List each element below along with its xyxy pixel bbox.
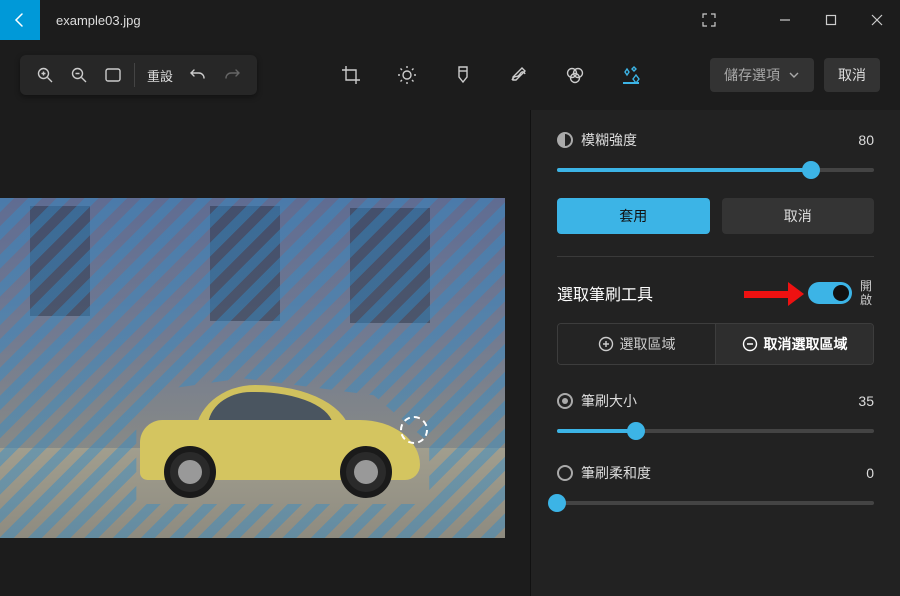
- image-preview[interactable]: [0, 198, 505, 538]
- save-label: 儲存選項: [724, 65, 780, 85]
- half-circle-icon: [557, 132, 573, 148]
- filename-label: example03.jpg: [56, 13, 686, 28]
- brush-size-slider[interactable]: [557, 421, 874, 441]
- brush-tool-label: 選取筆刷工具: [557, 281, 653, 305]
- filter-tool[interactable]: [449, 61, 477, 89]
- erase-tool[interactable]: [561, 61, 589, 89]
- content-area: 逍遙の窩 http://www.xiaoyao.tw/ 模糊強度 80 套用 取…: [0, 110, 900, 596]
- redo-button[interactable]: [215, 58, 249, 92]
- apply-button[interactable]: 套用: [557, 198, 710, 234]
- minus-circle-icon: [742, 336, 758, 352]
- chevron-down-icon: [788, 69, 800, 81]
- zoom-in-button[interactable]: [28, 58, 62, 92]
- brush-softness-section: 筆刷柔和度 0: [557, 463, 874, 513]
- window-controls: [686, 0, 900, 40]
- toolbar: 重設 儲存選項 取消: [0, 40, 900, 110]
- erase-icon: [565, 65, 585, 85]
- blur-intensity-slider[interactable]: [557, 160, 874, 180]
- action-buttons: 儲存選項 取消: [710, 58, 880, 92]
- draw-icon: [509, 65, 529, 85]
- target-icon: [557, 393, 573, 409]
- undo-button[interactable]: [181, 58, 215, 92]
- markup-tool[interactable]: [505, 61, 533, 89]
- brightness-icon: [397, 65, 417, 85]
- brush-size-section: 筆刷大小 35: [557, 391, 874, 441]
- annotation-arrow: [732, 280, 802, 306]
- deselect-area-tab[interactable]: 取消選取區域: [715, 324, 873, 364]
- titlebar: example03.jpg: [0, 0, 900, 40]
- arrow-left-icon: [12, 12, 28, 28]
- brush-softness-value: 0: [866, 465, 874, 481]
- back-button[interactable]: [0, 0, 40, 40]
- marker-icon: [453, 65, 473, 85]
- minimize-icon: [779, 14, 791, 26]
- brush-tool-section: 選取筆刷工具 開啟 選取區域 取消選取區域: [557, 279, 874, 365]
- select-area-tab[interactable]: 選取區域: [558, 324, 715, 364]
- brush-tool-toggle[interactable]: [808, 282, 852, 304]
- undo-icon: [189, 66, 207, 84]
- blur-intensity-value: 80: [858, 132, 874, 148]
- crop-tool[interactable]: [337, 61, 365, 89]
- deselect-area-label: 取消選取區域: [764, 334, 848, 354]
- zoom-out-icon: [70, 66, 88, 84]
- fit-button[interactable]: [96, 58, 130, 92]
- brush-size-value: 35: [858, 393, 874, 409]
- divider: [557, 256, 874, 257]
- divider: [134, 63, 135, 87]
- zoom-in-icon: [36, 66, 54, 84]
- canvas-area[interactable]: 逍遙の窩 http://www.xiaoyao.tw/: [0, 110, 530, 596]
- brush-softness-slider[interactable]: [557, 493, 874, 513]
- redo-icon: [223, 66, 241, 84]
- side-panel: 模糊強度 80 套用 取消 選取筆刷工具: [530, 110, 900, 596]
- crop-icon: [341, 65, 361, 85]
- close-button[interactable]: [854, 0, 900, 40]
- maximize-button[interactable]: [808, 0, 854, 40]
- adjust-tool[interactable]: [393, 61, 421, 89]
- fit-screen-icon: [104, 66, 122, 84]
- minimize-button[interactable]: [762, 0, 808, 40]
- brush-size-label: 筆刷大小: [581, 391, 637, 411]
- car-shape: [140, 383, 420, 498]
- fullscreen-button[interactable]: [686, 0, 732, 40]
- blur-intensity-label: 模糊強度: [581, 130, 637, 150]
- select-area-label: 選取區域: [620, 334, 676, 354]
- edit-tools: [337, 61, 645, 89]
- toggle-state-label: 開啟: [860, 279, 874, 307]
- zoom-controls: 重設: [20, 55, 257, 95]
- maximize-icon: [825, 14, 837, 26]
- cancel-button[interactable]: 取消: [824, 58, 880, 92]
- brush-cursor: [400, 416, 428, 444]
- blur-section: 模糊強度 80 套用 取消: [557, 130, 874, 234]
- zoom-out-button[interactable]: [62, 58, 96, 92]
- close-icon: [871, 14, 883, 26]
- expand-icon: [701, 12, 717, 28]
- plus-circle-icon: [598, 336, 614, 352]
- reset-button[interactable]: 重設: [139, 66, 181, 85]
- save-options-button[interactable]: 儲存選項: [710, 58, 814, 92]
- brush-softness-label: 筆刷柔和度: [581, 463, 651, 483]
- selection-mode-segmented: 選取區域 取消選取區域: [557, 323, 874, 365]
- blur-cancel-button[interactable]: 取消: [722, 198, 875, 234]
- sparkle-blur-icon: [621, 65, 641, 85]
- blur-tool[interactable]: [617, 61, 645, 89]
- circle-icon: [557, 465, 573, 481]
